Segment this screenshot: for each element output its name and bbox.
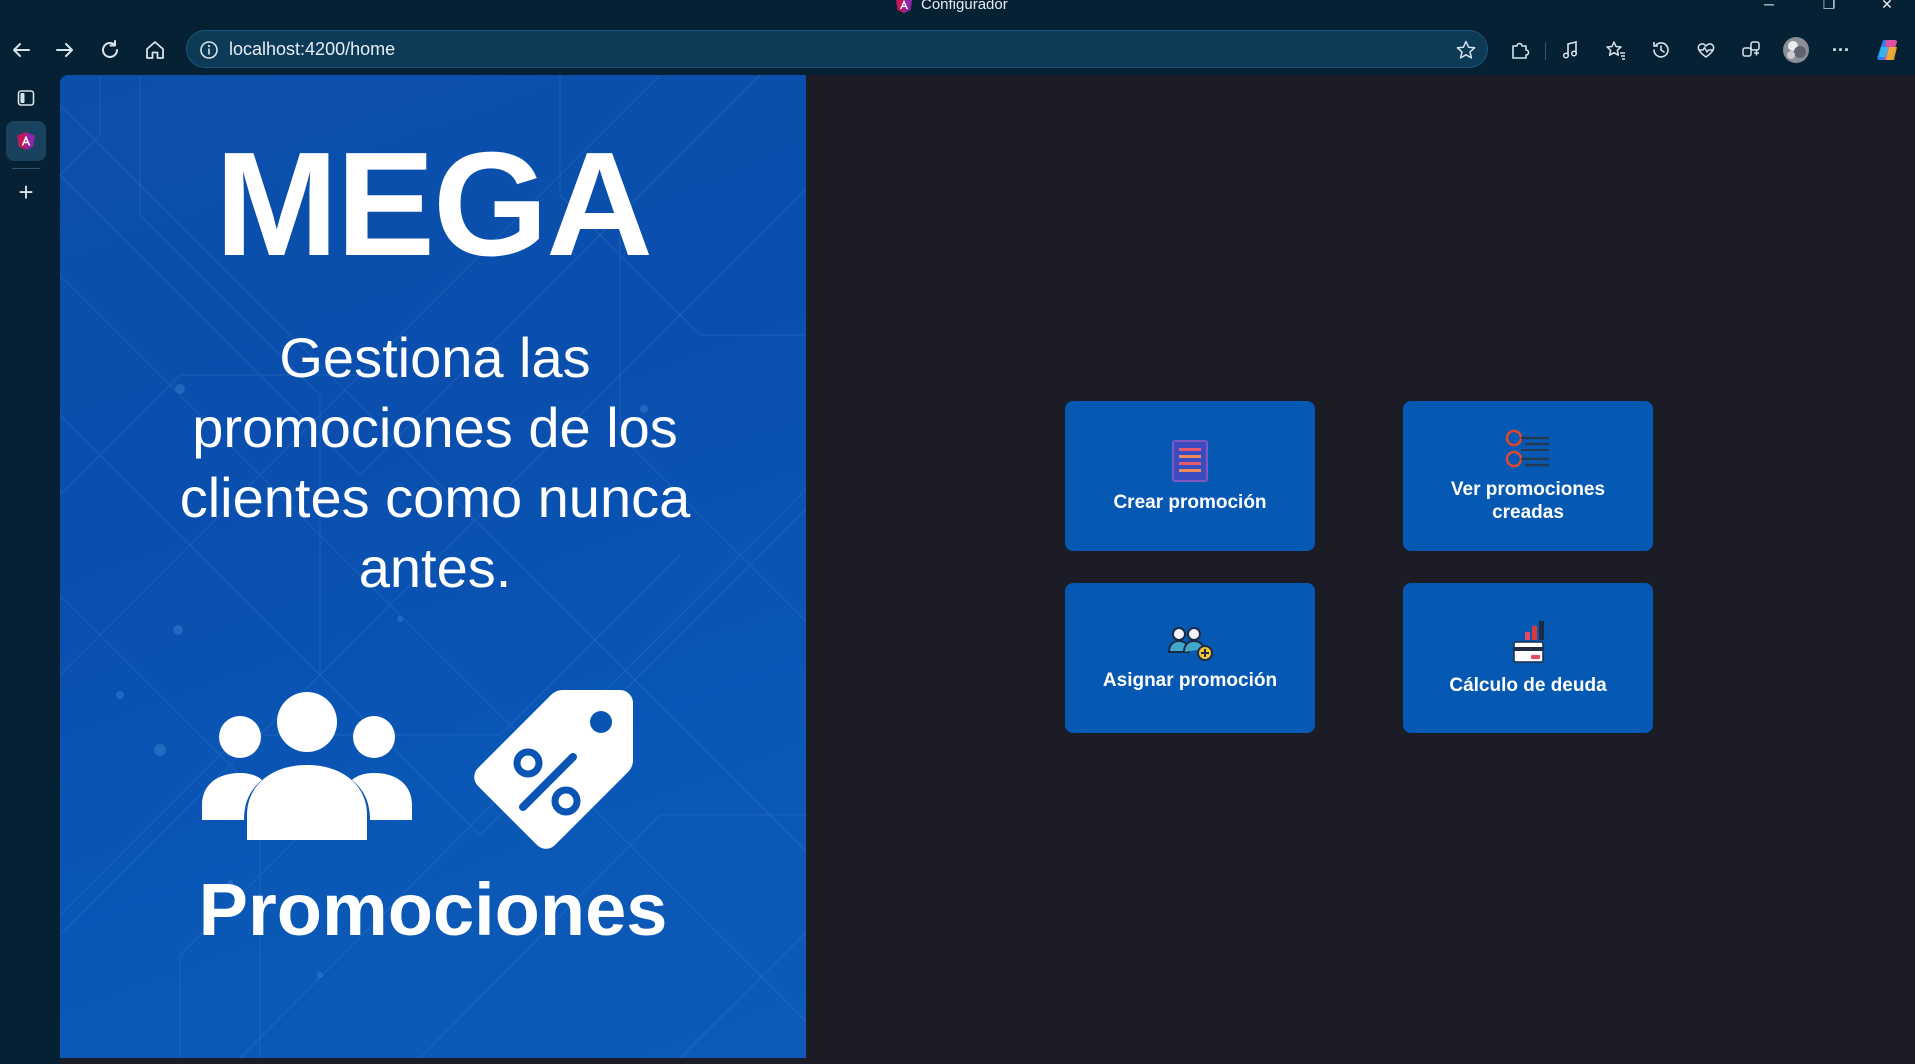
title-bar: Configurador ─ ❐ ✕ bbox=[0, 0, 1915, 14]
create-promotion-label: Crear promoción bbox=[1113, 491, 1267, 513]
new-tab-button[interactable]: + bbox=[6, 172, 46, 212]
checklist-icon bbox=[1505, 429, 1549, 468]
home-button[interactable] bbox=[137, 32, 173, 68]
assign-promotion-label: Asignar promoción bbox=[1102, 669, 1278, 691]
restore-button[interactable]: ❐ bbox=[1809, 0, 1849, 14]
hero-caption: Promociones bbox=[198, 868, 668, 951]
tab-actions-button[interactable] bbox=[6, 78, 46, 118]
tab-separator bbox=[12, 168, 40, 169]
close-window-button[interactable]: ✕ bbox=[1867, 0, 1907, 14]
url-host: localhost bbox=[229, 39, 301, 59]
browser-toolbar: localhost:4200/home ··· bbox=[0, 26, 1915, 74]
copilot-button[interactable] bbox=[1872, 34, 1904, 66]
history-icon bbox=[1653, 42, 1669, 58]
toolbar-separator bbox=[1545, 42, 1546, 60]
debt-calculation-card[interactable]: Cálculo de deuda bbox=[1403, 583, 1653, 733]
collections-button[interactable] bbox=[1735, 34, 1767, 66]
address-bar[interactable]: localhost:4200/home bbox=[186, 30, 1488, 68]
copilot-icon bbox=[1877, 40, 1897, 60]
profile-button[interactable] bbox=[1780, 34, 1812, 66]
extensions-button[interactable] bbox=[1504, 34, 1536, 66]
create-promotion-card[interactable]: Crear promoción bbox=[1065, 401, 1315, 551]
star-list-icon bbox=[1606, 41, 1625, 60]
home-icon bbox=[146, 41, 164, 59]
document-list-icon bbox=[1172, 439, 1208, 482]
arrow-right-icon bbox=[56, 43, 73, 57]
assign-promotion-card[interactable]: Asignar promoción bbox=[1065, 583, 1315, 733]
favorite-star-icon[interactable] bbox=[1455, 39, 1477, 66]
url-path: :4200/home bbox=[300, 39, 396, 59]
window-title: Configurador bbox=[921, 0, 1008, 13]
puzzle-icon bbox=[1512, 42, 1530, 59]
vertical-tab-strip: + bbox=[0, 74, 52, 1064]
discount-tag-icon bbox=[474, 690, 633, 849]
media-control-button[interactable] bbox=[1555, 34, 1587, 66]
favorites-button[interactable] bbox=[1600, 34, 1632, 66]
avatar-icon bbox=[1783, 37, 1809, 63]
tab-layout-icon bbox=[17, 90, 35, 106]
people-group-icon bbox=[202, 692, 412, 840]
debt-calculation-label: Cálculo de deuda bbox=[1449, 674, 1607, 696]
forward-button[interactable] bbox=[47, 32, 83, 68]
angular-tab-icon bbox=[17, 132, 35, 150]
view-promotions-label: Ver promociones creadas bbox=[1450, 479, 1606, 523]
url-text[interactable]: localhost:4200/home bbox=[229, 31, 395, 67]
minimize-button[interactable]: ─ bbox=[1749, 0, 1789, 14]
browser-window: Configurador ─ ❐ ✕ localhost:4200/home ·… bbox=[0, 0, 1915, 1064]
refresh-icon bbox=[102, 40, 118, 58]
hero-title: MEGA bbox=[215, 122, 653, 287]
page-viewport: MEGA Gestiona las promociones de los cli… bbox=[60, 75, 1915, 1064]
view-promotions-card[interactable]: Ver promociones creadas bbox=[1403, 401, 1653, 551]
angular-app-icon bbox=[895, 0, 913, 14]
tab-configurador[interactable] bbox=[6, 121, 46, 161]
collections-icon bbox=[1742, 41, 1760, 57]
hero-tagline: Gestiona las promociones de los clientes… bbox=[179, 326, 691, 599]
settings-more-button[interactable]: ··· bbox=[1825, 34, 1857, 66]
assign-users-icon bbox=[1167, 626, 1213, 661]
history-button[interactable] bbox=[1645, 34, 1677, 66]
window-title-group: Configurador bbox=[895, 0, 1008, 14]
heart-pulse-icon bbox=[1697, 43, 1715, 58]
debt-card-chart-icon bbox=[1513, 620, 1544, 663]
back-button[interactable] bbox=[3, 32, 39, 68]
reload-button[interactable] bbox=[92, 32, 128, 68]
promo-banner: MEGA Gestiona las promociones de los cli… bbox=[60, 75, 806, 1058]
browser-essentials-button[interactable] bbox=[1690, 34, 1722, 66]
site-info-icon[interactable] bbox=[199, 40, 219, 65]
music-note-icon bbox=[1562, 40, 1578, 59]
arrow-left-icon bbox=[13, 43, 30, 57]
